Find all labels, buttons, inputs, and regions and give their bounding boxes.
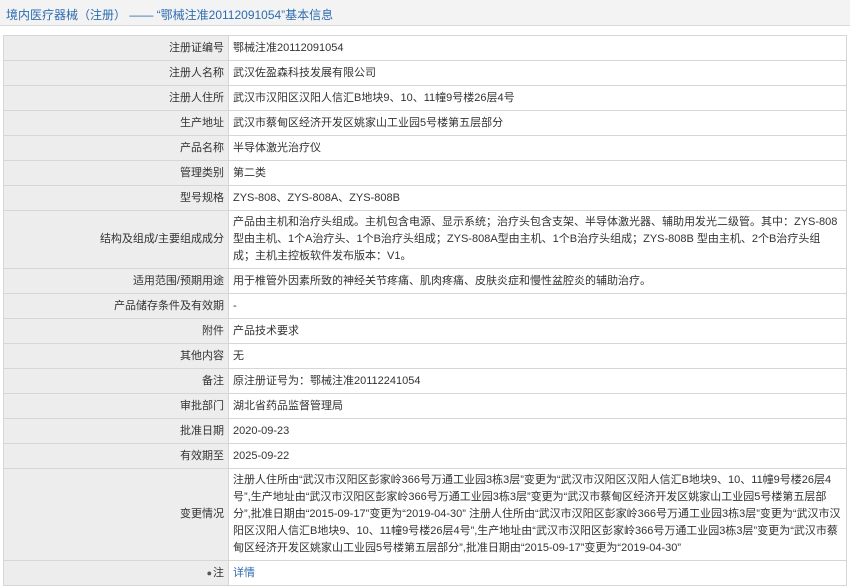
row-value: 武汉市汉阳区汉阳人信汇B地块9、10、11幢9号楼26层4号 [228,85,847,111]
row-value: ZYS-808、ZYS-808A、ZYS-808B [228,185,847,211]
details-link[interactable]: 详情 [228,560,847,586]
table-row: 其他内容 无 [3,343,847,369]
row-label: 有效期至 [3,443,229,469]
row-label: 型号规格 [3,185,229,211]
table-row: 生产地址 武汉市蔡甸区经济开发区姚家山工业园5号楼第五层部分 [3,110,847,136]
row-label: 结构及组成/主要组成成分 [3,210,229,269]
table-row: 结构及组成/主要组成成分 产品由主机和治疗头组成。主机包含电源、显示系统；治疗头… [3,210,847,269]
note-label-cell: ●注 [3,560,229,586]
table-row: 审批部门 湖北省药品监督管理局 [3,393,847,419]
table-row: 产品储存条件及有效期 - [3,293,847,319]
row-value: 用于椎管外因素所致的神经关节疼痛、肌肉疼痛、皮肤炎症和慢性盆腔炎的辅助治疗。 [228,268,847,294]
row-label: 适用范围/预期用途 [3,268,229,294]
table-row: 适用范围/预期用途 用于椎管外因素所致的神经关节疼痛、肌肉疼痛、皮肤炎症和慢性盆… [3,268,847,294]
row-label: 其他内容 [3,343,229,369]
table-row: 备注 原注册证号为：鄂械注准20112241054 [3,368,847,394]
detail-table: 注册证编号 鄂械注准20112091054 注册人名称 武汉佐盈森科技发展有限公… [3,35,847,586]
table-row: 批准日期 2020-09-23 [3,418,847,444]
row-value: 无 [228,343,847,369]
table-row: 注册人名称 武汉佐盈森科技发展有限公司 [3,60,847,86]
row-value: 武汉市蔡甸区经济开发区姚家山工业园5号楼第五层部分 [228,110,847,136]
table-row: 产品名称 半导体激光治疗仪 [3,135,847,161]
row-label: 产品储存条件及有效期 [3,293,229,319]
row-value: - [228,293,847,319]
row-value: 原注册证号为：鄂械注准20112241054 [228,368,847,394]
note-row: ●注 详情 [3,560,847,586]
row-value: 湖北省药品监督管理局 [228,393,847,419]
row-value: 2025-09-22 [228,443,847,469]
row-label: 备注 [3,368,229,394]
table-row: 有效期至 2025-09-22 [3,443,847,469]
table-row: 管理类别 第二类 [3,160,847,186]
row-value: 鄂械注准20112091054 [228,35,847,61]
row-value: 产品技术要求 [228,318,847,344]
table-row: 注册证编号 鄂械注准20112091054 [3,35,847,61]
row-label: 注册证编号 [3,35,229,61]
row-label: 注册人名称 [3,60,229,86]
row-label: 生产地址 [3,110,229,136]
table-row: 型号规格 ZYS-808、ZYS-808A、ZYS-808B [3,185,847,211]
page-title: 境内医疗器械（注册） —— “鄂械注准20112091054”基本信息 [6,8,334,22]
row-value: 半导体激光治疗仪 [228,135,847,161]
row-label: 审批部门 [3,393,229,419]
row-value: 第二类 [228,160,847,186]
row-value: 武汉佐盈森科技发展有限公司 [228,60,847,86]
page-header: 境内医疗器械（注册） —— “鄂械注准20112091054”基本信息 [0,0,850,26]
table-row: 附件 产品技术要求 [3,318,847,344]
row-value: 注册人住所由“武汉市汉阳区彭家岭366号万通工业园3栋3层”变更为“武汉市汉阳区… [228,468,847,561]
row-label: 管理类别 [3,160,229,186]
row-label: 批准日期 [3,418,229,444]
row-label: 产品名称 [3,135,229,161]
table-row: 变更情况 注册人住所由“武汉市汉阳区彭家岭366号万通工业园3栋3层”变更为“武… [3,468,847,561]
row-label: 注册人住所 [3,85,229,111]
row-value: 2020-09-23 [228,418,847,444]
row-value: 产品由主机和治疗头组成。主机包含电源、显示系统；治疗头包含支架、半导体激光器、辅… [228,210,847,269]
row-label: 变更情况 [3,468,229,561]
table-row: 注册人住所 武汉市汉阳区汉阳人信汇B地块9、10、11幢9号楼26层4号 [3,85,847,111]
row-label: 附件 [3,318,229,344]
pin-icon: ● [206,567,212,578]
